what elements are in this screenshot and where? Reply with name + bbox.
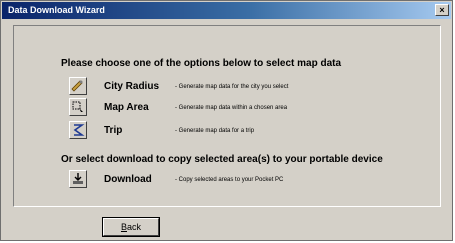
map-area-description: - Generate map data within a chosen area	[175, 105, 288, 111]
trip-label[interactable]: Trip	[104, 125, 122, 137]
map-area-label[interactable]: Map Area	[104, 102, 149, 114]
download-label[interactable]: Download	[104, 174, 152, 186]
map-area-icon[interactable]	[69, 98, 87, 116]
download-heading: Or select download to copy selected area…	[61, 154, 383, 165]
download-icon[interactable]	[69, 170, 87, 188]
city-radius-icon[interactable]	[69, 77, 87, 95]
trip-icon[interactable]	[69, 121, 87, 139]
back-button[interactable]: Back	[102, 217, 160, 237]
close-button[interactable]: ×	[435, 4, 449, 16]
title-bar[interactable]: Data Download Wizard ×	[2, 2, 451, 19]
window-title: Data Download Wizard	[8, 5, 105, 15]
back-label-rest: ack	[127, 222, 142, 232]
download-description: - Copy selected areas to your Pocket PC	[175, 177, 284, 183]
trip-description: - Generate map data for a trip	[175, 128, 255, 134]
city-radius-label[interactable]: City Radius	[104, 81, 159, 93]
map-options-heading: Please choose one of the options below t…	[61, 58, 342, 69]
data-download-wizard-window: Data Download Wizard × Please choose one…	[0, 0, 453, 241]
city-radius-description: - Generate map data for the city you sel…	[175, 84, 289, 90]
